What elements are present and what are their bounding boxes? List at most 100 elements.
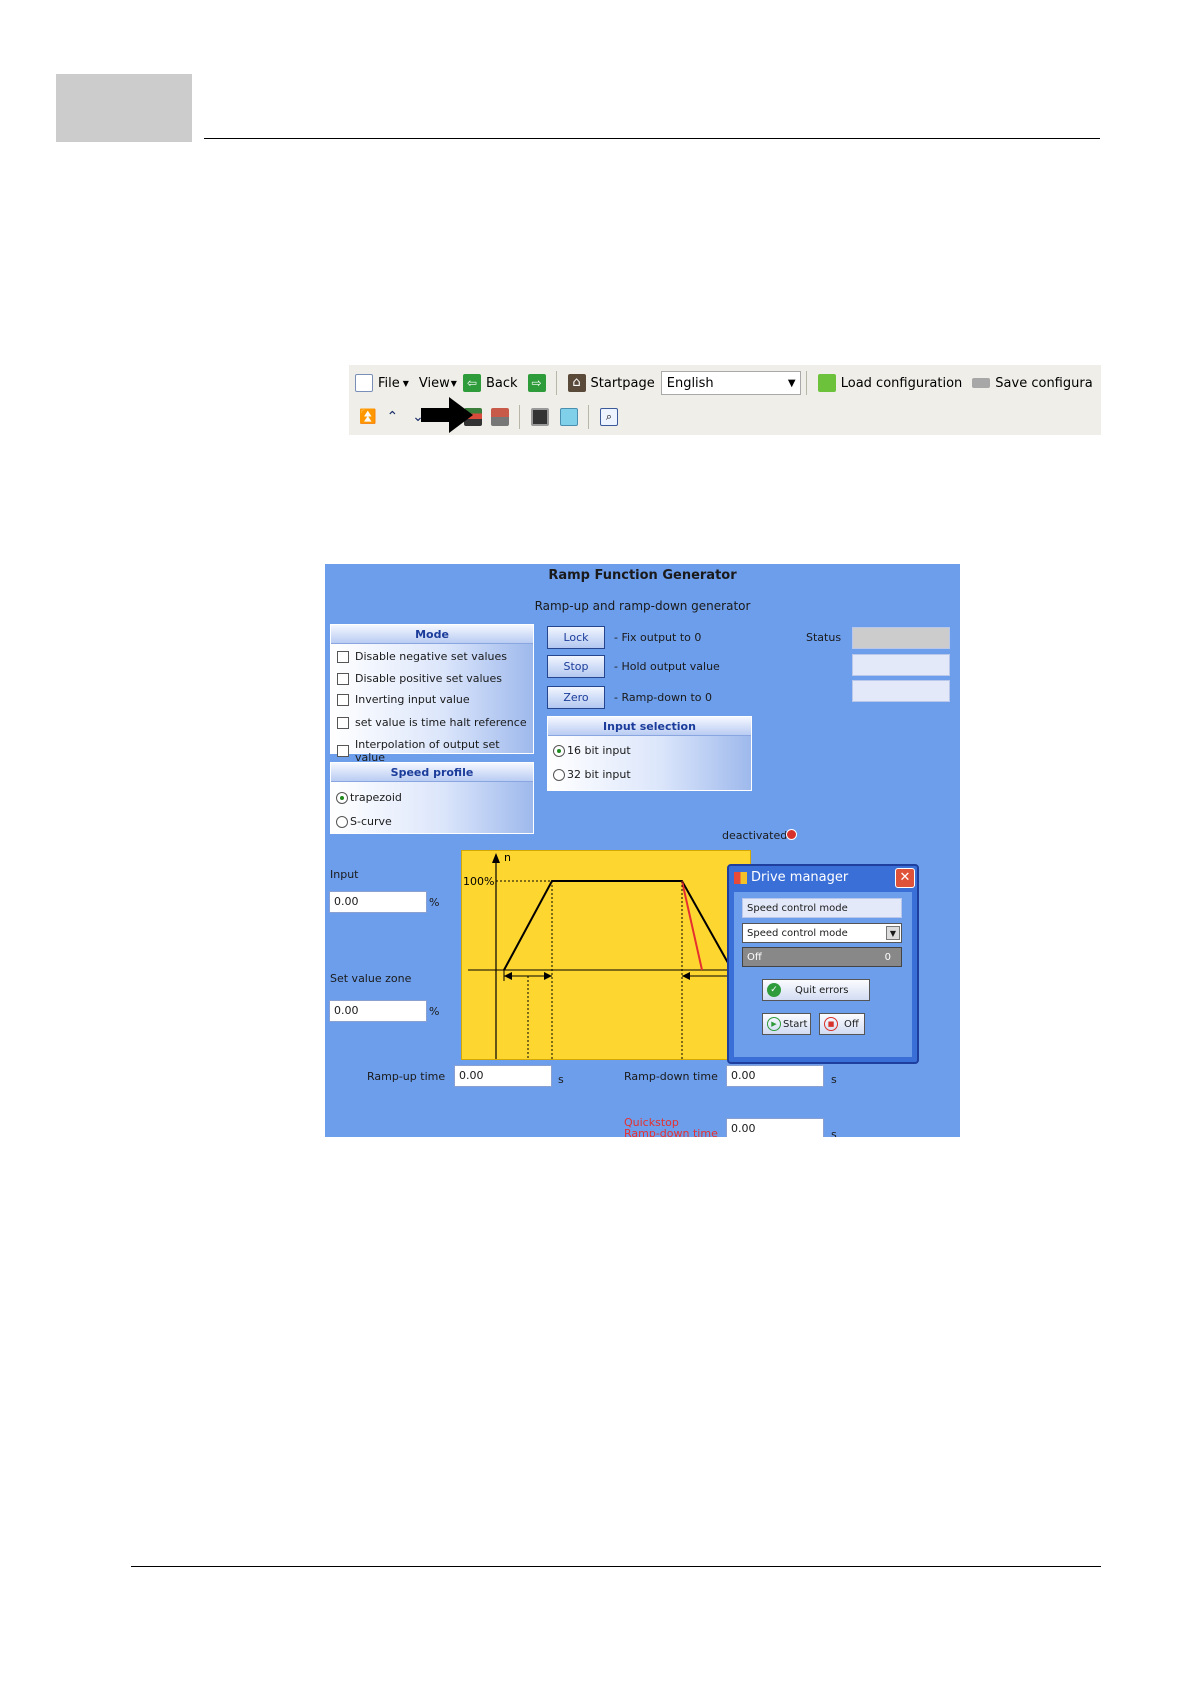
status-indicator-2: [852, 654, 950, 676]
toolbar-separator: [555, 371, 557, 395]
input-unit: %: [429, 896, 440, 909]
radio-unselected: [336, 815, 348, 828]
quit-errors-button[interactable]: ✓ Quit errors: [762, 979, 870, 1001]
close-icon[interactable]: ✕: [895, 868, 915, 888]
view-menu[interactable]: View ▼: [419, 376, 457, 391]
lock-description: - Fix output to 0: [614, 631, 702, 644]
radio-label: trapezoid: [350, 791, 402, 804]
quickstop-label: Quickstop Ramp-down time: [624, 1117, 718, 1137]
toolbar-row-main: File ▼ View ▼ ⇦ Back ⇨ ⌂ Startpage English…: [349, 367, 1093, 399]
radio-label: S-curve: [350, 815, 392, 828]
search-icon[interactable]: ⌕: [599, 408, 623, 426]
header-box: [56, 74, 192, 142]
language-value: English: [666, 375, 714, 391]
view-menu-label: View: [418, 375, 450, 391]
mode-select-value: Speed control mode: [747, 928, 848, 939]
quickstop-field[interactable]: 0.00: [726, 1118, 824, 1137]
save-disk-icon: [972, 378, 991, 388]
footer-rule: [131, 1566, 1101, 1567]
mode-panel: Mode Disable negative set values Disable…: [330, 624, 534, 764]
input-label: Input: [330, 868, 359, 881]
up-icon[interactable]: ⌃: [386, 409, 398, 425]
quickstop-label-line2: Ramp-down time: [624, 1127, 718, 1137]
radio-label: 16 bit input: [567, 744, 631, 757]
speed-profile-panel: Speed profile trapezoid S-curve: [330, 762, 534, 834]
mode-checkbox[interactable]: set value is time halt reference: [337, 716, 527, 729]
input-radio-16bit[interactable]: 16 bit input: [553, 744, 631, 757]
check-icon: ✓: [767, 983, 781, 997]
input-radio-32bit[interactable]: 32 bit input: [553, 768, 631, 781]
input-field[interactable]: 0.00: [329, 891, 427, 913]
checkbox-box: [337, 650, 349, 663]
window-subtitle: Ramp-up and ramp-down generator: [534, 599, 751, 613]
mode-option-label: Inverting input value: [355, 693, 470, 706]
start-label: Start: [783, 1018, 808, 1030]
quickstop-unit: s: [831, 1128, 837, 1137]
forward-button[interactable]: ⇨: [527, 374, 551, 392]
ramp-profile-svg: n 100%: [463, 851, 750, 1059]
toolbar-separator: [518, 405, 520, 429]
stop-button[interactable]: Stop: [547, 655, 605, 678]
ramp-down-label: Ramp-down time: [624, 1070, 718, 1083]
window-title: Ramp Function Generator: [548, 568, 737, 583]
zero-button[interactable]: Zero: [547, 686, 605, 709]
app-icon: [734, 872, 747, 884]
startpage-button[interactable]: ⌂ Startpage: [567, 374, 655, 392]
off-button[interactable]: ■ Off: [819, 1013, 865, 1035]
language-select[interactable]: English ▼: [660, 371, 801, 395]
double-up-icon[interactable]: ⏫: [359, 409, 376, 425]
save-configuration-button[interactable]: Save configura: [972, 375, 1093, 391]
arrow-head: [504, 972, 512, 980]
status-indicator-1: [852, 627, 950, 649]
set-value-zone-field[interactable]: 0.00: [329, 1000, 427, 1022]
file-menu[interactable]: File ▼: [355, 374, 409, 392]
deactivated-label: deactivated: [722, 829, 788, 842]
terminal-icon[interactable]: [530, 408, 554, 426]
header-rule: [204, 138, 1100, 139]
table-function-icon[interactable]: [490, 408, 514, 426]
mode-checkbox[interactable]: Inverting input value: [337, 693, 470, 706]
mode-option-label: Disable positive set values: [355, 672, 503, 685]
mode-checkbox[interactable]: Disable positive set values: [337, 672, 502, 685]
toolbar-screenshot: File ▼ View ▼ ⇦ Back ⇨ ⌂ Startpage English…: [349, 365, 1101, 435]
set-value-zone-unit: %: [429, 1005, 440, 1018]
back-arrow-icon: ⇦: [462, 374, 481, 392]
file-menu-label: File: [378, 375, 400, 391]
save-configuration-label: Save configura: [995, 375, 1093, 391]
stop-description: - Hold output value: [614, 660, 720, 673]
forward-arrow-icon: ⇨: [527, 374, 546, 392]
mode-checkbox[interactable]: Interpolation of output set value: [337, 738, 533, 764]
load-configuration-label: Load configuration: [840, 375, 963, 391]
chevron-down-icon: ▼: [886, 926, 900, 940]
arrow-head: [544, 972, 552, 980]
radio-label: 32 bit input: [567, 768, 631, 781]
pointer-arrow-icon: [421, 397, 473, 433]
ramp-up-field[interactable]: 0.00: [454, 1065, 552, 1087]
stop-icon: ■: [824, 1017, 838, 1031]
chevron-down-icon: ▼: [787, 377, 796, 389]
ramp-up-label: Ramp-up time: [367, 1070, 446, 1083]
grid-icon[interactable]: [559, 408, 583, 426]
ramp-down-field[interactable]: 0.00: [726, 1065, 824, 1087]
file-menu-caret: ▼: [402, 378, 409, 388]
back-button[interactable]: ⇦ Back: [462, 374, 518, 392]
lock-button[interactable]: Lock: [547, 626, 605, 649]
speed-profile-radio-trapezoid[interactable]: trapezoid: [336, 791, 402, 804]
y-axis-arrow: [492, 853, 500, 863]
drive-state-value: 0: [884, 952, 891, 963]
trapezoid-profile: [503, 880, 733, 971]
ramp-profile-diagram: n 100%: [461, 850, 751, 1060]
drive-manager-title: Drive manager: [729, 866, 917, 890]
level-label-100: 100%: [463, 875, 494, 888]
mode-option-label: set value is time halt reference: [355, 716, 527, 729]
status-label: Status: [806, 631, 842, 644]
checkbox-box: [337, 672, 349, 685]
speed-profile-radio-s-curve[interactable]: S-curve: [336, 815, 392, 828]
mode-checkbox[interactable]: Disable negative set values: [337, 650, 507, 663]
mode-display: Speed control mode: [742, 898, 902, 918]
load-configuration-button[interactable]: Load configuration: [817, 374, 963, 392]
back-label: Back: [485, 375, 518, 391]
input-selection-panel: Input selection 16 bit input 32 bit inpu…: [547, 716, 752, 791]
start-button[interactable]: ▶ Start: [762, 1013, 811, 1035]
mode-select[interactable]: Speed control mode ▼: [742, 923, 902, 943]
